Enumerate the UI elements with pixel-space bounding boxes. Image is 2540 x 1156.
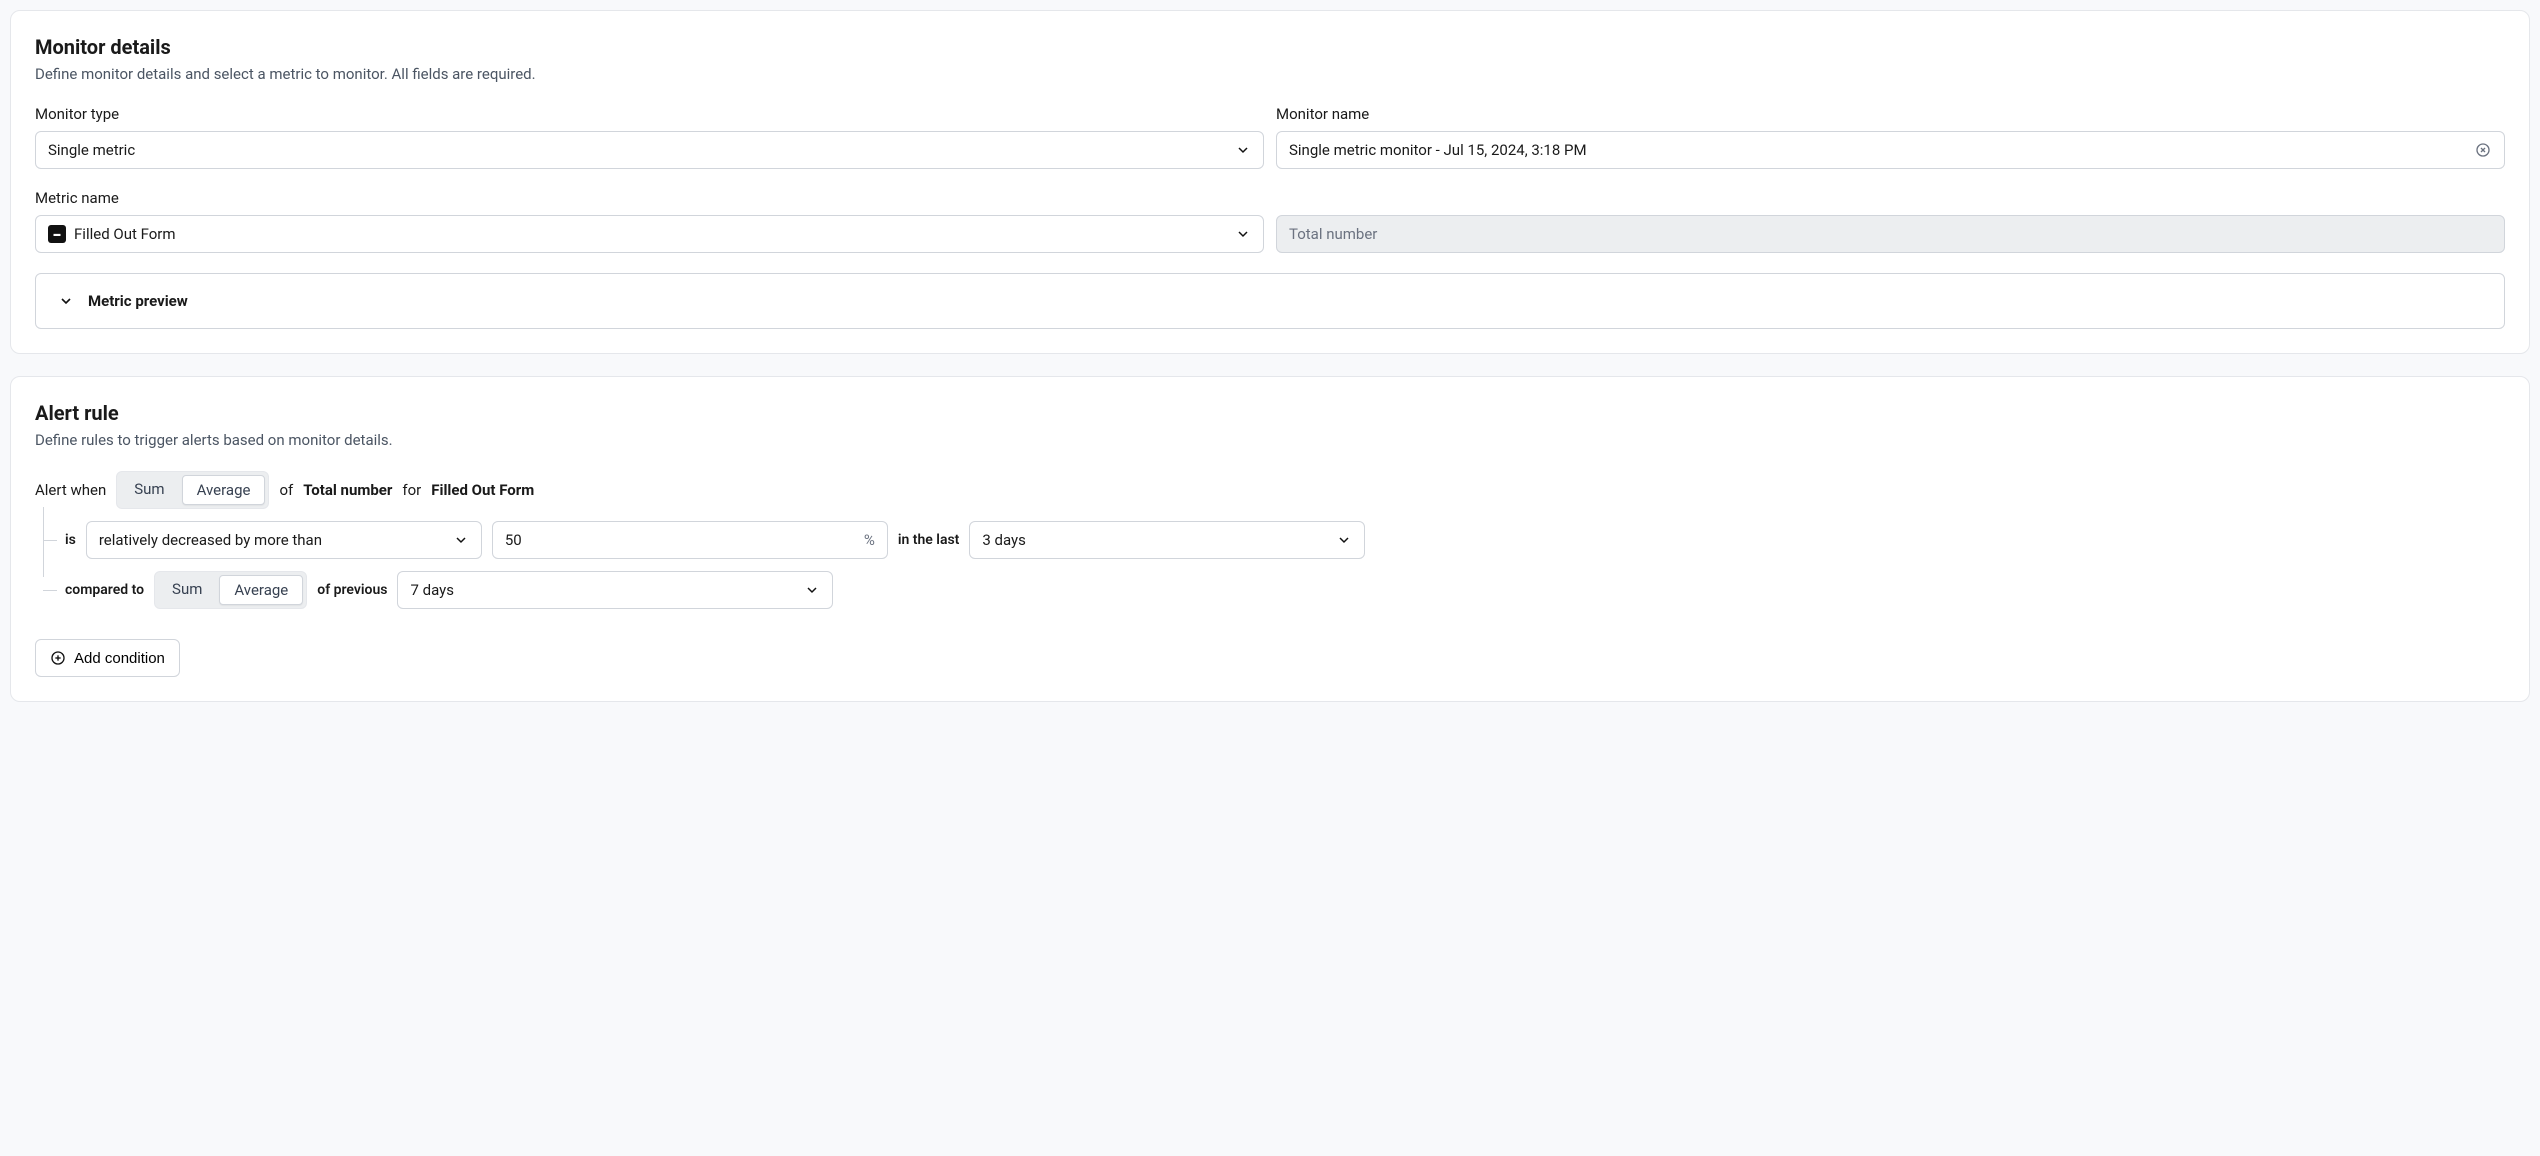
monitor-type-select[interactable]: Single metric xyxy=(35,131,1264,169)
threshold-unit: % xyxy=(864,531,875,549)
metric-name-select[interactable]: ▬ Filled Out Form xyxy=(35,215,1264,253)
comparison-value: relatively decreased by more than xyxy=(99,531,322,549)
chevron-down-icon xyxy=(804,582,820,598)
monitor-details-title: Monitor details xyxy=(35,35,2505,59)
monitor-name-label: Monitor name xyxy=(1276,105,2505,123)
monitor-details-card: Monitor details Define monitor details a… xyxy=(10,10,2530,354)
metric-preview-accordion[interactable]: Metric preview xyxy=(35,273,2505,329)
is-rule-line: is relatively decreased by more than 50 … xyxy=(43,521,2505,559)
of-label: of xyxy=(279,481,293,499)
comparison-select[interactable]: relatively decreased by more than xyxy=(86,521,482,559)
chevron-down-icon xyxy=(58,293,74,309)
chevron-down-icon xyxy=(1336,532,1352,548)
alert-when-label: Alert when xyxy=(35,481,106,499)
window-select[interactable]: 3 days xyxy=(969,521,1365,559)
metric-name-value: Filled Out Form xyxy=(74,225,176,243)
aggregation-spacer xyxy=(1276,189,2505,207)
previous-window-value: 7 days xyxy=(410,581,454,599)
chevron-down-icon xyxy=(1235,226,1251,242)
alert-when-line: Alert when Sum Average of Total number f… xyxy=(35,471,2505,509)
compared-to-label: compared to xyxy=(65,582,144,598)
pill-average-primary[interactable]: Average xyxy=(182,475,266,505)
monitor-name-input[interactable]: Single metric monitor - Jul 15, 2024, 3:… xyxy=(1276,131,2505,169)
add-condition-button[interactable]: Add condition xyxy=(35,639,180,677)
metric-source-icon: ▬ xyxy=(48,225,66,243)
aggregation-toggle-primary: Sum Average xyxy=(116,471,269,509)
monitor-name-value: Single metric monitor - Jul 15, 2024, 3:… xyxy=(1289,141,1587,159)
pill-average-secondary[interactable]: Average xyxy=(219,575,303,605)
add-condition-label: Add condition xyxy=(74,650,165,667)
alert-rule-card: Alert rule Define rules to trigger alert… xyxy=(10,376,2530,702)
aggregation-readonly: Total number xyxy=(1276,215,2505,253)
is-label: is xyxy=(65,532,76,548)
in-the-last-label: in the last xyxy=(898,532,960,548)
threshold-value: 50 xyxy=(505,531,522,549)
sub-rule-wrap: is relatively decreased by more than 50 … xyxy=(43,521,2505,609)
alert-rule-subtitle: Define rules to trigger alerts based on … xyxy=(35,431,2505,449)
chevron-down-icon xyxy=(1235,142,1251,158)
metric-text: Filled Out Form xyxy=(431,481,534,499)
threshold-input[interactable]: 50 % xyxy=(492,521,888,559)
metric-name-label: Metric name xyxy=(35,189,1264,207)
window-value: 3 days xyxy=(982,531,1026,549)
aggregation-toggle-secondary: Sum Average xyxy=(154,571,307,609)
clear-icon[interactable] xyxy=(2474,141,2492,159)
compared-to-line: compared to Sum Average of previous 7 da… xyxy=(43,571,2505,609)
pill-sum-secondary[interactable]: Sum xyxy=(158,575,216,605)
metric-preview-label: Metric preview xyxy=(88,292,188,310)
monitor-type-label: Monitor type xyxy=(35,105,1264,123)
of-previous-label: of previous xyxy=(317,582,387,598)
for-label: for xyxy=(402,481,421,499)
chevron-down-icon xyxy=(453,532,469,548)
pill-sum-primary[interactable]: Sum xyxy=(120,475,178,505)
monitor-details-subtitle: Define monitor details and select a metr… xyxy=(35,65,2505,83)
total-number-text: Total number xyxy=(303,481,392,499)
plus-circle-icon xyxy=(50,650,66,666)
aggregation-value: Total number xyxy=(1289,225,1377,243)
monitor-type-value: Single metric xyxy=(48,141,135,159)
previous-window-select[interactable]: 7 days xyxy=(397,571,833,609)
alert-rule-title: Alert rule xyxy=(35,401,2505,425)
